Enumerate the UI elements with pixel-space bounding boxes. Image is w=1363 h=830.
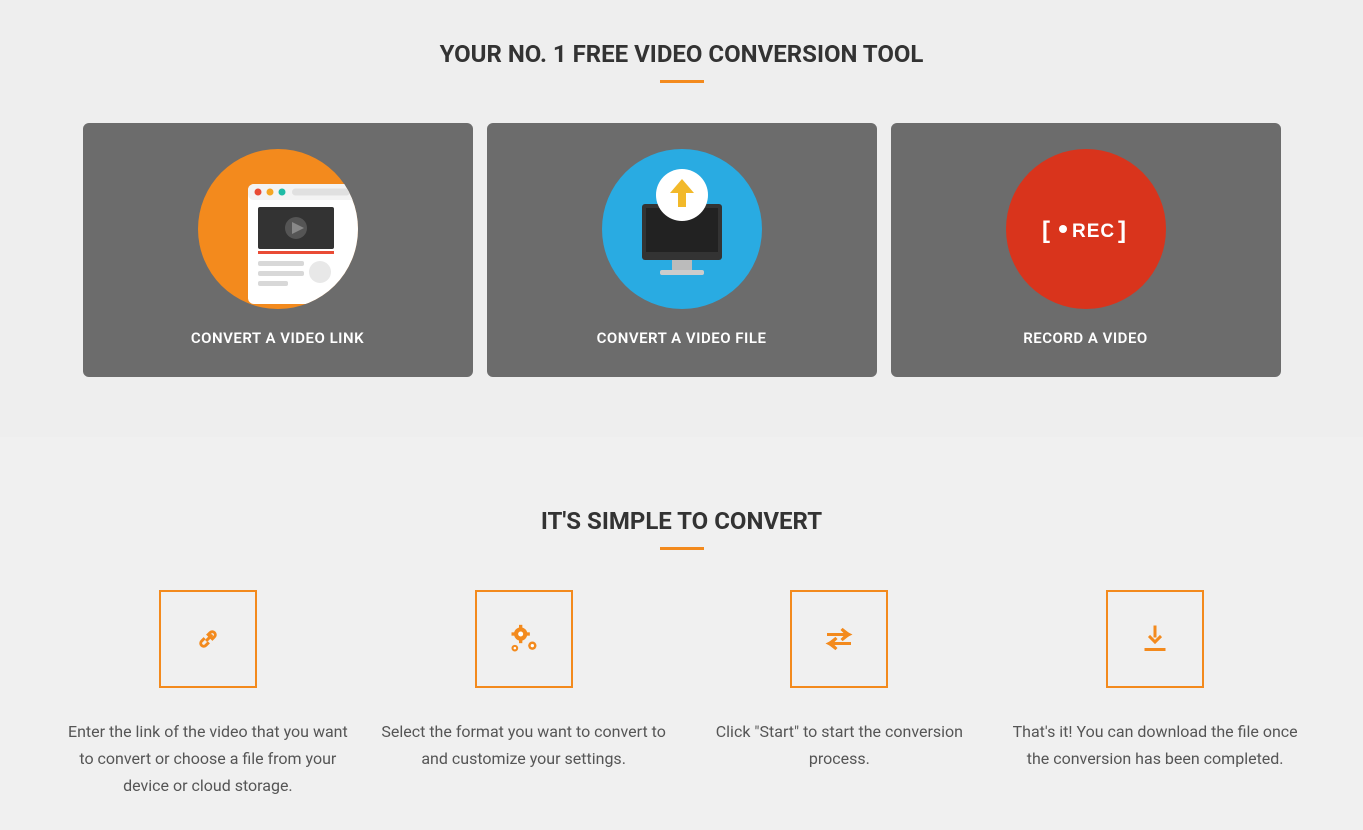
step-text: Click "Start" to start the conversion pr… <box>692 718 988 772</box>
hero-section: YOUR NO. 1 FREE VIDEO CONVERSION TOOL <box>0 0 1363 437</box>
action-cards: CONVERT A VIDEO LINK CONVERT A VIDEO FIL… <box>60 123 1303 377</box>
hero-title: YOUR NO. 1 FREE VIDEO CONVERSION TOOL <box>60 40 1303 68</box>
step-3: Click "Start" to start the conversion pr… <box>692 590 988 800</box>
step-text: Enter the link of the video that you wan… <box>60 718 356 800</box>
title-underline <box>660 80 704 83</box>
step-text: Select the format you want to convert to… <box>376 718 672 772</box>
title-underline <box>660 547 704 550</box>
card-label: CONVERT A VIDEO FILE <box>507 329 857 347</box>
step-4: That's it! You can download the file onc… <box>1007 590 1303 800</box>
card-record-video[interactable]: [ REC ] RECORD A VIDEO <box>891 123 1281 377</box>
download-icon <box>1106 590 1204 688</box>
step-2: Select the format you want to convert to… <box>376 590 672 800</box>
gears-icon <box>475 590 573 688</box>
card-label: RECORD A VIDEO <box>911 329 1261 347</box>
steps-row: Enter the link of the video that you wan… <box>60 590 1303 800</box>
link-icon <box>159 590 257 688</box>
arrows-icon <box>790 590 888 688</box>
step-1: Enter the link of the video that you wan… <box>60 590 356 800</box>
video-file-icon <box>602 149 762 309</box>
svg-text:[: [ <box>1042 217 1050 244</box>
simple-title: IT'S SIMPLE TO CONVERT <box>60 507 1303 535</box>
card-convert-file[interactable]: CONVERT A VIDEO FILE <box>487 123 877 377</box>
simple-section: IT'S SIMPLE TO CONVERT Enter the link of… <box>0 437 1363 830</box>
video-link-icon <box>198 149 358 309</box>
svg-text:]: ] <box>1118 217 1126 244</box>
card-convert-link[interactable]: CONVERT A VIDEO LINK <box>83 123 473 377</box>
step-text: That's it! You can download the file onc… <box>1007 718 1303 772</box>
card-label: CONVERT A VIDEO LINK <box>103 329 453 347</box>
svg-text:REC: REC <box>1072 221 1115 242</box>
record-icon: [ REC ] <box>1006 149 1166 309</box>
